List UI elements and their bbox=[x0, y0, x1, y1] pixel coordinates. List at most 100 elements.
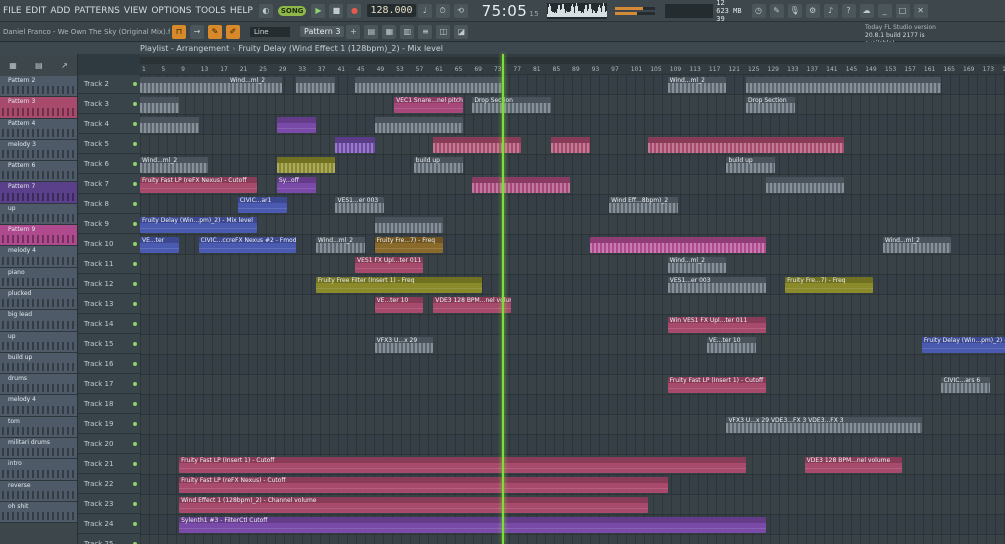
help-icon[interactable]: ? bbox=[841, 3, 856, 18]
pattern-item[interactable]: melody 3 bbox=[0, 139, 77, 162]
track-mute-led[interactable] bbox=[133, 142, 137, 146]
automation-clip[interactable]: Fruity Fast LP (reFX Nexus) - Cutoff bbox=[179, 477, 668, 493]
pattern-item[interactable]: build up bbox=[0, 352, 77, 375]
pattern-clip[interactable] bbox=[374, 117, 463, 133]
track-header[interactable]: Track 2 bbox=[78, 75, 140, 94]
track-lane[interactable] bbox=[140, 255, 1005, 275]
track-mute-led[interactable] bbox=[133, 282, 137, 286]
pattern-item[interactable]: Pattern 2 bbox=[0, 76, 77, 98]
pattern-item[interactable]: Pattern 4 bbox=[0, 118, 77, 140]
track-header[interactable]: Track 8 bbox=[78, 195, 140, 214]
automation-clip[interactable]: Win VES1 FX Upl...ter 011 bbox=[667, 317, 766, 333]
tempo-display[interactable]: 128.000 bbox=[367, 4, 416, 17]
wait-input-icon[interactable]: ⏱ bbox=[435, 3, 450, 18]
track-mute-led[interactable] bbox=[133, 82, 137, 86]
track-lane[interactable] bbox=[140, 375, 1005, 395]
track-lane[interactable] bbox=[140, 295, 1005, 315]
track-header[interactable]: Track 24 bbox=[78, 515, 140, 534]
track-lane[interactable] bbox=[140, 435, 1005, 455]
track-mute-led[interactable] bbox=[133, 462, 137, 466]
automation-clip[interactable]: Sy...off bbox=[276, 177, 316, 193]
track-header[interactable]: Track 14 bbox=[78, 315, 140, 334]
playlist-icon[interactable]: ◐ bbox=[258, 3, 273, 18]
automation-clip[interactable]: CIVIC...ccreFX Nexus #2 - FmodCut bbox=[198, 237, 297, 253]
track-mute-led[interactable] bbox=[133, 262, 137, 266]
pattern-clip[interactable]: Wind...ml_2 bbox=[882, 237, 952, 253]
play-button[interactable]: ▶ bbox=[311, 3, 326, 18]
pattern-clip[interactable] bbox=[589, 237, 766, 253]
pattern-item[interactable]: up bbox=[0, 203, 77, 226]
track-header[interactable]: Track 3 bbox=[78, 95, 140, 114]
track-header[interactable]: Track 25 bbox=[78, 535, 140, 544]
close-icon[interactable]: ✕ bbox=[913, 3, 928, 18]
pattern-clip[interactable] bbox=[335, 137, 375, 153]
stop-button[interactable]: ■ bbox=[329, 3, 344, 18]
pattern-clip[interactable]: Wind...ml_2 bbox=[227, 77, 282, 93]
pattern-item[interactable]: reverse bbox=[0, 480, 77, 502]
track-mute-led[interactable] bbox=[133, 442, 137, 446]
channel-rack-icon[interactable]: ▥ bbox=[400, 24, 415, 39]
automation-clip[interactable]: Fruity Fast LP (Insert 1) - Cutoff bbox=[179, 457, 746, 473]
pattern-clip[interactable]: VES1...er 003 bbox=[335, 197, 385, 213]
track-mute-led[interactable] bbox=[133, 322, 137, 326]
track-mute-led[interactable] bbox=[133, 482, 137, 486]
track-mute-led[interactable] bbox=[133, 222, 137, 226]
menu-tools[interactable]: TOOLS bbox=[196, 6, 226, 16]
automation-clip[interactable]: Fruity Delay (Win...pm)_2) - Mix level bbox=[140, 217, 258, 233]
pattern-item[interactable]: Pattern 3 bbox=[0, 97, 77, 119]
track-mute-led[interactable] bbox=[133, 302, 137, 306]
track-header[interactable]: Track 21 bbox=[78, 455, 140, 474]
pattern-item[interactable]: plucked bbox=[0, 288, 77, 311]
pattern-clip[interactable] bbox=[355, 77, 502, 93]
pattern-item[interactable]: intro bbox=[0, 459, 77, 481]
pattern-clip[interactable] bbox=[140, 117, 199, 133]
menu-file[interactable]: FILE bbox=[3, 6, 22, 16]
track-lane[interactable] bbox=[140, 275, 1005, 295]
maximize-icon[interactable]: □ bbox=[895, 3, 910, 18]
track-lane[interactable] bbox=[140, 355, 1005, 375]
track-lane[interactable] bbox=[140, 155, 1005, 175]
pattern-clip[interactable]: VES1...er 003 bbox=[667, 277, 766, 293]
menu-patterns[interactable]: PATTERNS bbox=[74, 6, 120, 16]
track-mute-led[interactable] bbox=[133, 402, 137, 406]
pencil-icon[interactable]: ✎ bbox=[769, 3, 784, 18]
automation-clip[interactable]: VDE3 128 BPM...nel volume bbox=[804, 457, 903, 473]
breadcrumb-target[interactable]: Fruity Delay (Wind Effect 1 (128bpm)_2) … bbox=[238, 44, 443, 53]
track-mute-led[interactable] bbox=[133, 182, 137, 186]
tempo-tapper-icon[interactable]: ◷ bbox=[751, 3, 766, 18]
song-mode-toggle[interactable]: SONG bbox=[277, 5, 307, 16]
track-header[interactable]: Track 11 bbox=[78, 255, 140, 274]
track-mute-led[interactable] bbox=[133, 502, 137, 506]
pattern-clip[interactable]: Wind Eff...8bpm)_2 bbox=[609, 197, 678, 213]
menu-options[interactable]: OPTIONS bbox=[151, 6, 191, 16]
track-mute-led[interactable] bbox=[133, 362, 137, 366]
automation-clip[interactable]: Fruity Fre...7) - Freq bbox=[374, 237, 443, 253]
playhead[interactable] bbox=[501, 54, 504, 544]
pattern-clip[interactable]: Wind...ml_2 bbox=[315, 237, 365, 253]
automation-clip[interactable]: VE...ter 10 bbox=[374, 297, 424, 313]
snap-magnet-icon[interactable]: ⊓ bbox=[172, 24, 186, 39]
loop-record-icon[interactable]: ⟲ bbox=[453, 3, 468, 18]
track-header[interactable]: Track 18 bbox=[78, 395, 140, 414]
snap-select[interactable]: Line bbox=[250, 26, 290, 37]
pattern-clip[interactable] bbox=[296, 77, 336, 93]
pattern-clip[interactable] bbox=[276, 157, 336, 173]
track-header[interactable]: Track 12 bbox=[78, 275, 140, 294]
pattern-clip[interactable]: VFX3 U...x 29 bbox=[374, 337, 434, 353]
track-lane[interactable] bbox=[140, 315, 1005, 335]
step-icon[interactable]: → bbox=[190, 24, 204, 39]
menu-edit[interactable]: EDIT bbox=[26, 6, 47, 16]
pattern-item[interactable]: piano bbox=[0, 267, 77, 289]
automation-clip[interactable]: Fruity Free Filter (Insert 1) - Freq bbox=[315, 277, 483, 293]
pattern-item[interactable]: Pattern 7 bbox=[0, 182, 77, 204]
track-header[interactable]: Track 15 bbox=[78, 335, 140, 354]
track-header[interactable]: Track 19 bbox=[78, 415, 140, 434]
pattern-item[interactable]: oh shit bbox=[0, 501, 77, 524]
piano-roll-icon[interactable]: ▦ bbox=[382, 24, 397, 39]
track-lane[interactable] bbox=[140, 95, 1005, 115]
minimize-icon[interactable]: _ bbox=[877, 3, 892, 18]
track-mute-led[interactable] bbox=[133, 382, 137, 386]
cloud-icon[interactable]: ☁ bbox=[859, 3, 874, 18]
track-mute-led[interactable] bbox=[133, 162, 137, 166]
grid-view-icon[interactable]: ▦ bbox=[9, 61, 17, 70]
